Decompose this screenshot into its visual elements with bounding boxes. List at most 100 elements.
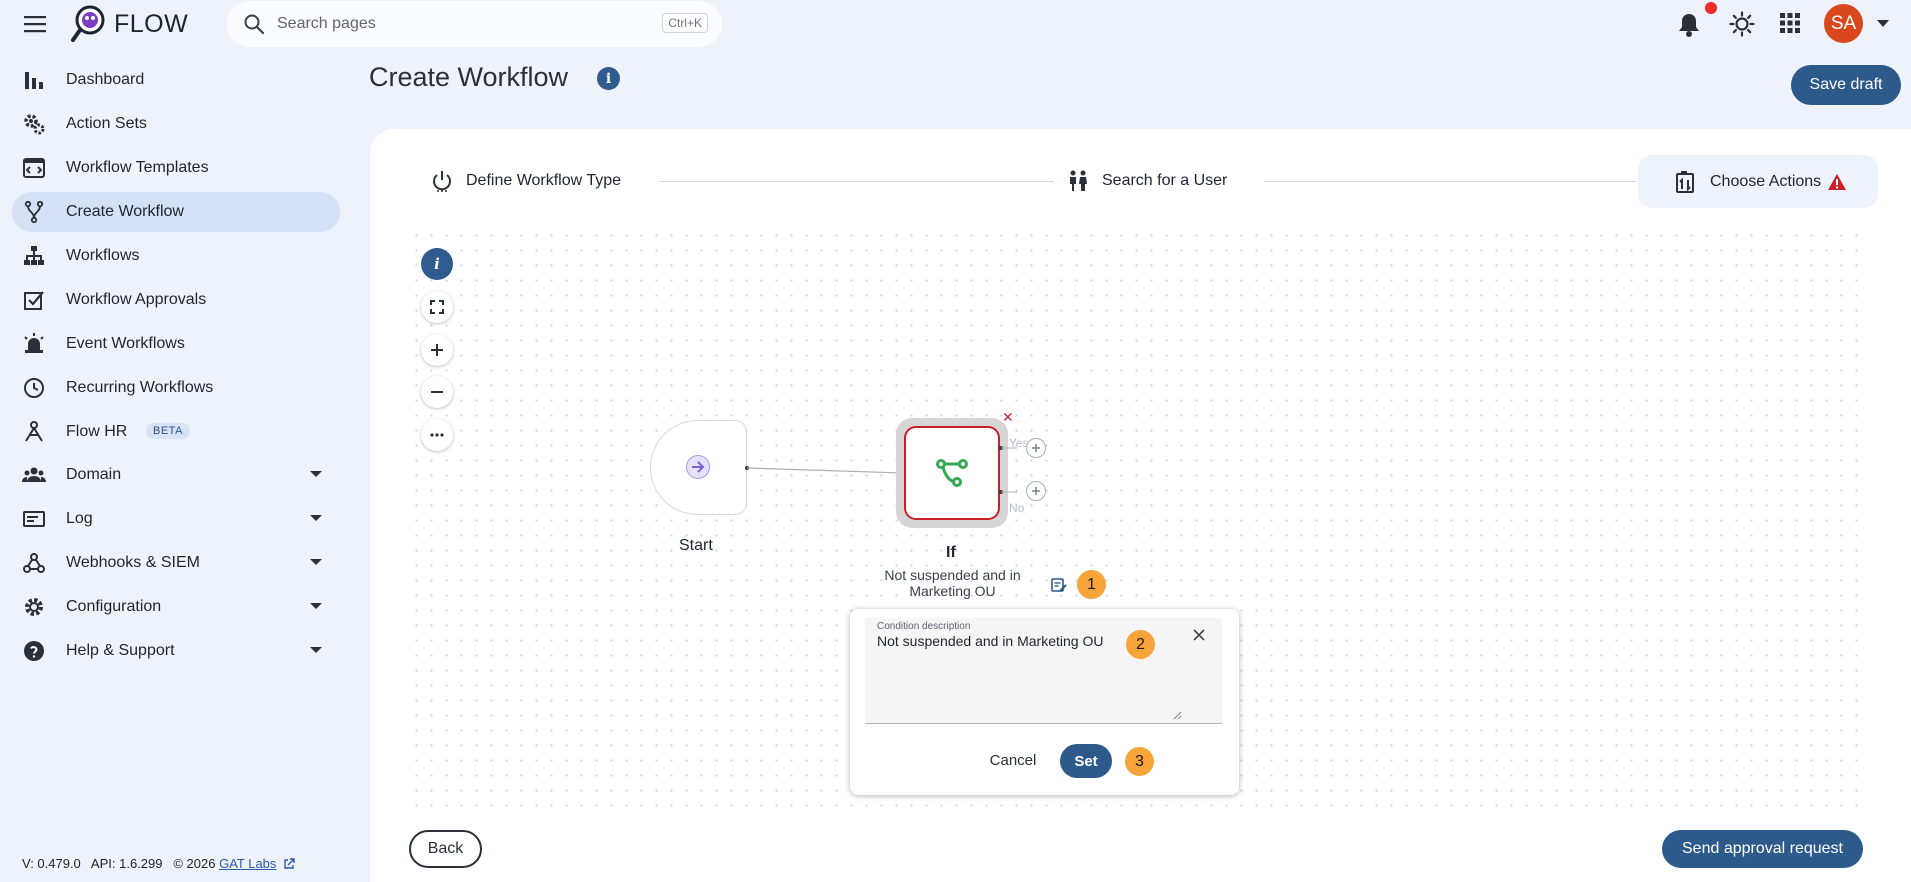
edit-note-icon[interactable] bbox=[1051, 577, 1067, 593]
zoom-in-button[interactable] bbox=[421, 334, 453, 366]
yes-connector bbox=[999, 446, 1017, 494]
approval-icon bbox=[24, 291, 44, 310]
zoom-out-button[interactable] bbox=[421, 376, 453, 408]
canvas-info-button[interactable]: i bbox=[421, 248, 453, 280]
if-node[interactable] bbox=[904, 426, 1000, 520]
step-search-for-a-user[interactable]: Search for a User bbox=[1066, 162, 1227, 200]
chevron-down-icon bbox=[310, 603, 322, 609]
siren-icon bbox=[24, 333, 44, 353]
sidebar-item-label: Dashboard bbox=[66, 71, 145, 88]
sidebar-item-log[interactable]: Log bbox=[12, 499, 340, 539]
app-name: FLOW bbox=[114, 9, 189, 38]
sidebar-item-dashboard[interactable]: Dashboard bbox=[12, 60, 340, 100]
more-horizontal-icon bbox=[430, 433, 444, 437]
branch-icon bbox=[936, 459, 968, 487]
info-icon[interactable]: i bbox=[597, 67, 620, 90]
hr-icon bbox=[25, 421, 43, 442]
sidebar-item-label: Configuration bbox=[66, 598, 162, 615]
sidebar-item-label: Flow HR bbox=[66, 423, 128, 440]
api-version: API: 1.6.299 bbox=[90, 856, 163, 871]
sidebar-item-help-support[interactable]: Help & Support bbox=[12, 631, 340, 671]
sidebar-item-label: Recurring Workflows bbox=[66, 379, 214, 396]
apps-grid-icon[interactable] bbox=[1780, 13, 1800, 33]
condition-field-label: Condition description bbox=[877, 621, 971, 632]
top-bar: FLOW Ctrl+K SA bbox=[0, 0, 1911, 48]
sidebar-item-label: Create Workflow bbox=[66, 203, 184, 220]
company-link[interactable]: GAT Labs bbox=[219, 856, 276, 871]
fork-icon bbox=[24, 200, 44, 224]
version-footer: V: 0.479.0 API: 1.6.299 © 2026 GAT Labs bbox=[22, 856, 295, 871]
back-button[interactable]: Back bbox=[409, 830, 482, 868]
clear-field-icon[interactable] bbox=[1192, 628, 1206, 642]
more-options-button[interactable] bbox=[421, 419, 453, 451]
add-yes-branch-button[interactable] bbox=[1026, 438, 1046, 458]
avatar[interactable]: SA bbox=[1824, 4, 1863, 43]
warning-icon bbox=[1828, 173, 1847, 190]
sidebar-item-label: Event Workflows bbox=[66, 335, 185, 352]
log-icon bbox=[23, 511, 45, 527]
if-node-label: If bbox=[946, 544, 956, 561]
sidebar-item-recurring-workflows[interactable]: Recurring Workflows bbox=[12, 368, 340, 408]
theme-toggle-icon[interactable] bbox=[1729, 11, 1755, 37]
step-badge-1: 1 bbox=[1077, 570, 1106, 599]
copyright: © 2026 bbox=[173, 856, 216, 871]
chevron-down-icon bbox=[310, 471, 322, 477]
menu-icon[interactable] bbox=[22, 12, 48, 36]
page-title: Create Workflow bbox=[369, 62, 569, 92]
power-icon bbox=[433, 171, 451, 192]
search-icon bbox=[244, 14, 265, 35]
set-button[interactable]: Set bbox=[1060, 744, 1112, 778]
step-choose-actions[interactable]: Choose Actions bbox=[1638, 155, 1878, 208]
app-logo[interactable]: FLOW bbox=[70, 4, 188, 44]
search-bar[interactable]: Ctrl+K bbox=[227, 1, 722, 47]
sidebar-item-label: Webhooks & SIEM bbox=[66, 554, 200, 571]
notification-dot bbox=[1705, 2, 1717, 14]
sidebar-item-action-sets[interactable]: Action Sets bbox=[12, 104, 340, 144]
sidebar-item-webhooks-siem[interactable]: Webhooks & SIEM bbox=[12, 543, 340, 583]
sitemap-icon bbox=[24, 246, 44, 265]
beta-badge: BETA bbox=[146, 423, 190, 439]
step-label: Search for a User bbox=[1102, 172, 1228, 189]
bar-chart-icon bbox=[25, 72, 43, 89]
sidebar-item-flow-hr[interactable]: Flow HR BETA bbox=[12, 412, 340, 452]
search-shortcut: Ctrl+K bbox=[662, 13, 708, 33]
help-icon bbox=[24, 641, 44, 661]
cancel-button[interactable]: Cancel bbox=[978, 746, 1048, 774]
save-draft-button[interactable]: Save draft bbox=[1791, 65, 1901, 105]
sidebar-item-workflow-templates[interactable]: Workflow Templates bbox=[12, 148, 340, 188]
users-icon bbox=[1070, 170, 1087, 191]
sidebar-item-label: Log bbox=[66, 510, 93, 527]
delete-node-icon[interactable]: ✕ bbox=[1002, 409, 1014, 426]
fit-view-button[interactable] bbox=[421, 291, 453, 323]
step-badge-3: 3 bbox=[1125, 747, 1154, 776]
sidebar-item-event-workflows[interactable]: Event Workflows bbox=[12, 324, 340, 364]
sidebar-item-label: Domain bbox=[66, 466, 122, 483]
sidebar-item-workflow-approvals[interactable]: Workflow Approvals bbox=[12, 280, 340, 320]
external-link-icon[interactable] bbox=[283, 858, 295, 870]
sidebar-item-workflows[interactable]: Workflows bbox=[12, 236, 340, 276]
sidebar-item-domain[interactable]: Domain bbox=[12, 455, 340, 495]
plus-icon bbox=[431, 344, 443, 356]
sidebar-item-label: Workflow Templates bbox=[66, 159, 209, 176]
gears-icon bbox=[24, 114, 45, 135]
template-icon bbox=[23, 158, 45, 178]
app-version: V: 0.479.0 bbox=[22, 856, 81, 871]
sidebar-item-create-workflow[interactable]: Create Workflow bbox=[12, 192, 340, 232]
notifications-icon[interactable] bbox=[1677, 12, 1701, 38]
webhook-icon bbox=[23, 553, 45, 573]
sidebar-item-label: Workflows bbox=[66, 247, 140, 264]
condition-field-value[interactable]: Not suspended and in Marketing OU bbox=[877, 633, 1103, 649]
step-define-workflow-type[interactable]: Define Workflow Type bbox=[430, 162, 621, 200]
group-icon bbox=[22, 467, 46, 482]
chevron-down-icon bbox=[310, 647, 322, 653]
send-approval-request-button[interactable]: Send approval request bbox=[1662, 830, 1863, 868]
chevron-down-icon[interactable] bbox=[1877, 20, 1889, 28]
add-no-branch-button[interactable] bbox=[1026, 481, 1046, 501]
search-input[interactable] bbox=[277, 15, 647, 33]
arrow-right-icon bbox=[686, 455, 710, 479]
actions-icon bbox=[1676, 170, 1694, 193]
sidebar-item-configuration[interactable]: Configuration bbox=[12, 587, 340, 627]
resize-handle-icon[interactable] bbox=[1172, 710, 1182, 720]
clock-icon bbox=[24, 378, 44, 398]
step-badge-2: 2 bbox=[1126, 630, 1155, 659]
